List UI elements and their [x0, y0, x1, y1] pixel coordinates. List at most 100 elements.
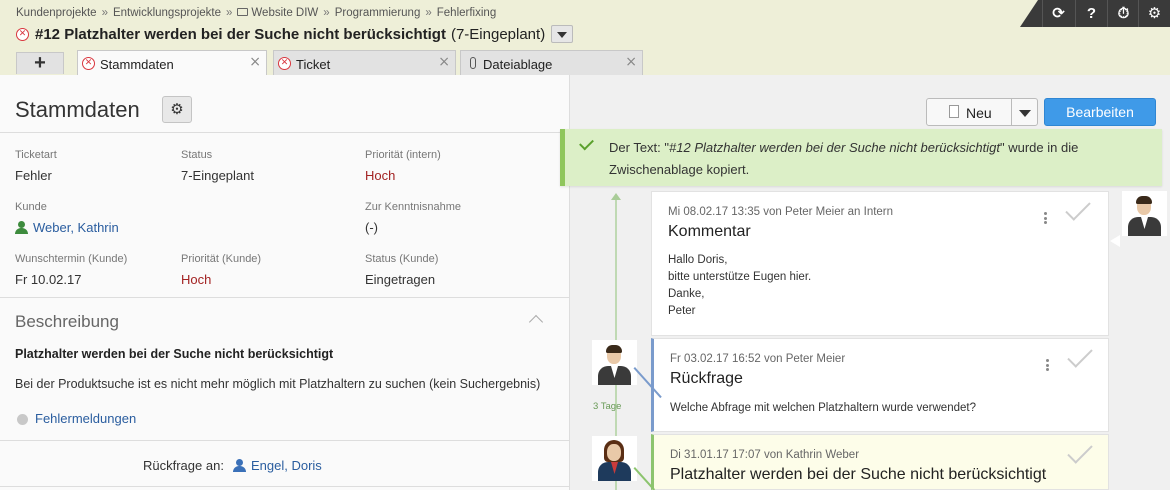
- field-value-ticketart: Fehler: [15, 168, 52, 183]
- divider: [0, 297, 570, 298]
- new-dropdown-button[interactable]: [1011, 98, 1038, 126]
- user-icon: [233, 459, 246, 472]
- timeline-arrow-icon: [611, 193, 621, 200]
- tab-dateiablage[interactable]: Dateiablage ×: [460, 50, 643, 75]
- entry-body-line: Welche Abfrage mit welchen Platzhaltern …: [670, 402, 976, 414]
- clipboard-toast: Der Text: "#12 Platzhalter werden bei de…: [560, 129, 1162, 186]
- avatar: [1122, 191, 1167, 236]
- section-title-beschreibung[interactable]: Beschreibung: [15, 312, 119, 332]
- avatar: [592, 340, 637, 385]
- new-button[interactable]: Neu: [926, 98, 1012, 126]
- tab-stammdaten[interactable]: ✕ Stammdaten ×: [77, 50, 267, 76]
- timeline-entry-comment[interactable]: Mi 08.02.17 13:35 von Peter Meier an Int…: [651, 191, 1109, 336]
- breadcrumb-separator: »: [226, 7, 233, 19]
- tab-label: Ticket: [296, 57, 331, 72]
- tag-link-fehlermeldungen[interactable]: Fehlermeldungen: [35, 411, 136, 426]
- check-icon[interactable]: [1065, 195, 1091, 221]
- error-circle-icon: ✕: [82, 57, 95, 70]
- field-label-status-kunde: Status (Kunde): [365, 253, 439, 265]
- entry-title: Rückfrage: [670, 370, 743, 387]
- rueckfrage-label: Rückfrage an:: [143, 458, 224, 473]
- toast-quoted-text: #12 Platzhalter werden bei der Suche nic…: [669, 140, 1000, 155]
- avatar: [592, 436, 637, 481]
- entry-title: Kommentar: [668, 223, 751, 240]
- breadcrumb-separator: »: [425, 7, 432, 19]
- field-label-status: Status: [181, 149, 213, 161]
- ticket-title-line: ✕ #12 Platzhalter werden bei der Suche n…: [16, 25, 574, 43]
- gear-icon: ⚙: [170, 100, 184, 118]
- breadcrumb-separator: »: [101, 7, 108, 19]
- field-label-kenntnis: Zur Kenntnisnahme: [365, 201, 461, 213]
- field-value-status-kunde: Eingetragen: [365, 272, 436, 287]
- toolbar-icons: ⟳ ? ⏱ ⚙: [1020, 0, 1170, 27]
- edit-button[interactable]: Bearbeiten: [1044, 98, 1156, 126]
- close-icon[interactable]: ×: [438, 54, 450, 70]
- check-icon: [579, 135, 594, 151]
- sync-icon[interactable]: ⟳: [1042, 0, 1074, 27]
- ticket-status: (7-Eingeplant): [450, 25, 546, 43]
- entry-body: Hallo Doris, bitte unterstütze Eugen hie…: [668, 252, 811, 320]
- breadcrumb-item[interactable]: Programmierung: [335, 7, 421, 19]
- kunde-name: Weber, Kathrin: [33, 220, 119, 235]
- entry-body-line: bitte unterstütze Eugen hier.: [668, 271, 812, 283]
- field-value-priority-kunde: Hoch: [181, 272, 212, 287]
- panel-settings-button[interactable]: ⚙: [162, 96, 192, 123]
- rueckfrage-name: Engel, Doris: [251, 458, 322, 473]
- field-value-kunde[interactable]: Weber, Kathrin: [15, 220, 119, 235]
- settings-icon[interactable]: ⚙: [1138, 0, 1170, 27]
- divider: [0, 132, 570, 133]
- ticket-title: #12 Platzhalter werden bei der Suche nic…: [35, 25, 446, 43]
- error-circle-icon: ✕: [16, 27, 29, 41]
- entry-meta: Di 31.01.17 17:07 von Kathrin Weber: [670, 449, 860, 461]
- header-bar: Kundenprojekte » Entwicklungsprojekte » Webs…: [0, 0, 1170, 76]
- breadcrumb-item[interactable]: Entwicklungsprojekte: [113, 7, 221, 19]
- description-headline: Platzhalter werden bei der Suche nicht b…: [15, 347, 334, 361]
- breadcrumb-item[interactable]: Kundenprojekte: [16, 7, 97, 19]
- tab-label: Stammdaten: [100, 57, 174, 72]
- more-options-icon[interactable]: [1044, 212, 1047, 224]
- divider: [0, 440, 570, 441]
- help-icon[interactable]: ?: [1075, 0, 1107, 27]
- field-label-ticketart: Ticketart: [15, 149, 57, 161]
- title-dropdown-button[interactable]: [551, 25, 574, 43]
- field-value-kenntnis: (-): [365, 220, 378, 235]
- breadcrumb-item[interactable]: Website DIW: [251, 7, 318, 19]
- toast-message: Der Text: "#12 Platzhalter werden bei de…: [609, 137, 1109, 181]
- error-circle-icon: ✕: [278, 57, 291, 70]
- breadcrumb-separator: »: [323, 7, 330, 19]
- check-icon[interactable]: [1067, 342, 1093, 368]
- timeline-entry-ticket-created[interactable]: Di 31.01.17 17:07 von Kathrin Weber Plat…: [651, 434, 1109, 490]
- rueckfrage-user-link[interactable]: Engel, Doris: [233, 458, 322, 473]
- field-label-wunschtermin: Wunschtermin (Kunde): [15, 253, 128, 265]
- timeline-entry-rueckfrage[interactable]: Fr 03.02.17 16:52 von Peter Meier Rückfr…: [651, 338, 1109, 432]
- tab-ticket[interactable]: ✕ Ticket ×: [273, 50, 456, 75]
- add-tab-button[interactable]: +: [16, 52, 64, 74]
- entry-body: Welche Abfrage mit welchen Platzhaltern …: [670, 400, 976, 417]
- entry-title: Platzhalter werden bei der Suche nicht b…: [670, 466, 1047, 483]
- entry-meta: Fr 03.02.17 16:52 von Peter Meier: [670, 353, 846, 365]
- timeline-days-label: 3 Tage: [593, 401, 622, 412]
- toast-prefix: Der Text: ": [609, 140, 670, 155]
- check-icon[interactable]: [1067, 438, 1093, 464]
- breadcrumb-item[interactable]: Fehlerfixing: [437, 7, 496, 19]
- more-options-icon[interactable]: [1046, 359, 1049, 371]
- user-icon: [15, 221, 28, 234]
- paperclip-icon: [470, 57, 476, 69]
- field-value-priority-intern: Hoch: [365, 168, 396, 183]
- entry-body-line: Danke,: [668, 288, 705, 300]
- breadcrumb: Kundenprojekte » Entwicklungsprojekte » Webs…: [16, 7, 496, 19]
- close-icon[interactable]: ×: [625, 54, 637, 70]
- field-label-priority-intern: Priorität (intern): [365, 149, 441, 161]
- timer-icon[interactable]: ⏱: [1107, 0, 1139, 27]
- document-icon: [949, 105, 959, 118]
- entry-body-line: Hallo Doris,: [668, 254, 728, 266]
- folder-icon: [237, 8, 249, 16]
- tab-label: Dateiablage: [483, 57, 553, 72]
- entry-body-line: Peter: [668, 305, 696, 317]
- description-text: Bei der Produktsuche ist es nicht mehr m…: [15, 377, 541, 391]
- new-button-label: Neu: [966, 105, 992, 121]
- close-icon[interactable]: ×: [249, 54, 261, 70]
- tag-dot-icon: [17, 414, 28, 425]
- field-value-status: 7-Eingeplant: [181, 168, 254, 183]
- chevron-up-icon[interactable]: [528, 314, 544, 330]
